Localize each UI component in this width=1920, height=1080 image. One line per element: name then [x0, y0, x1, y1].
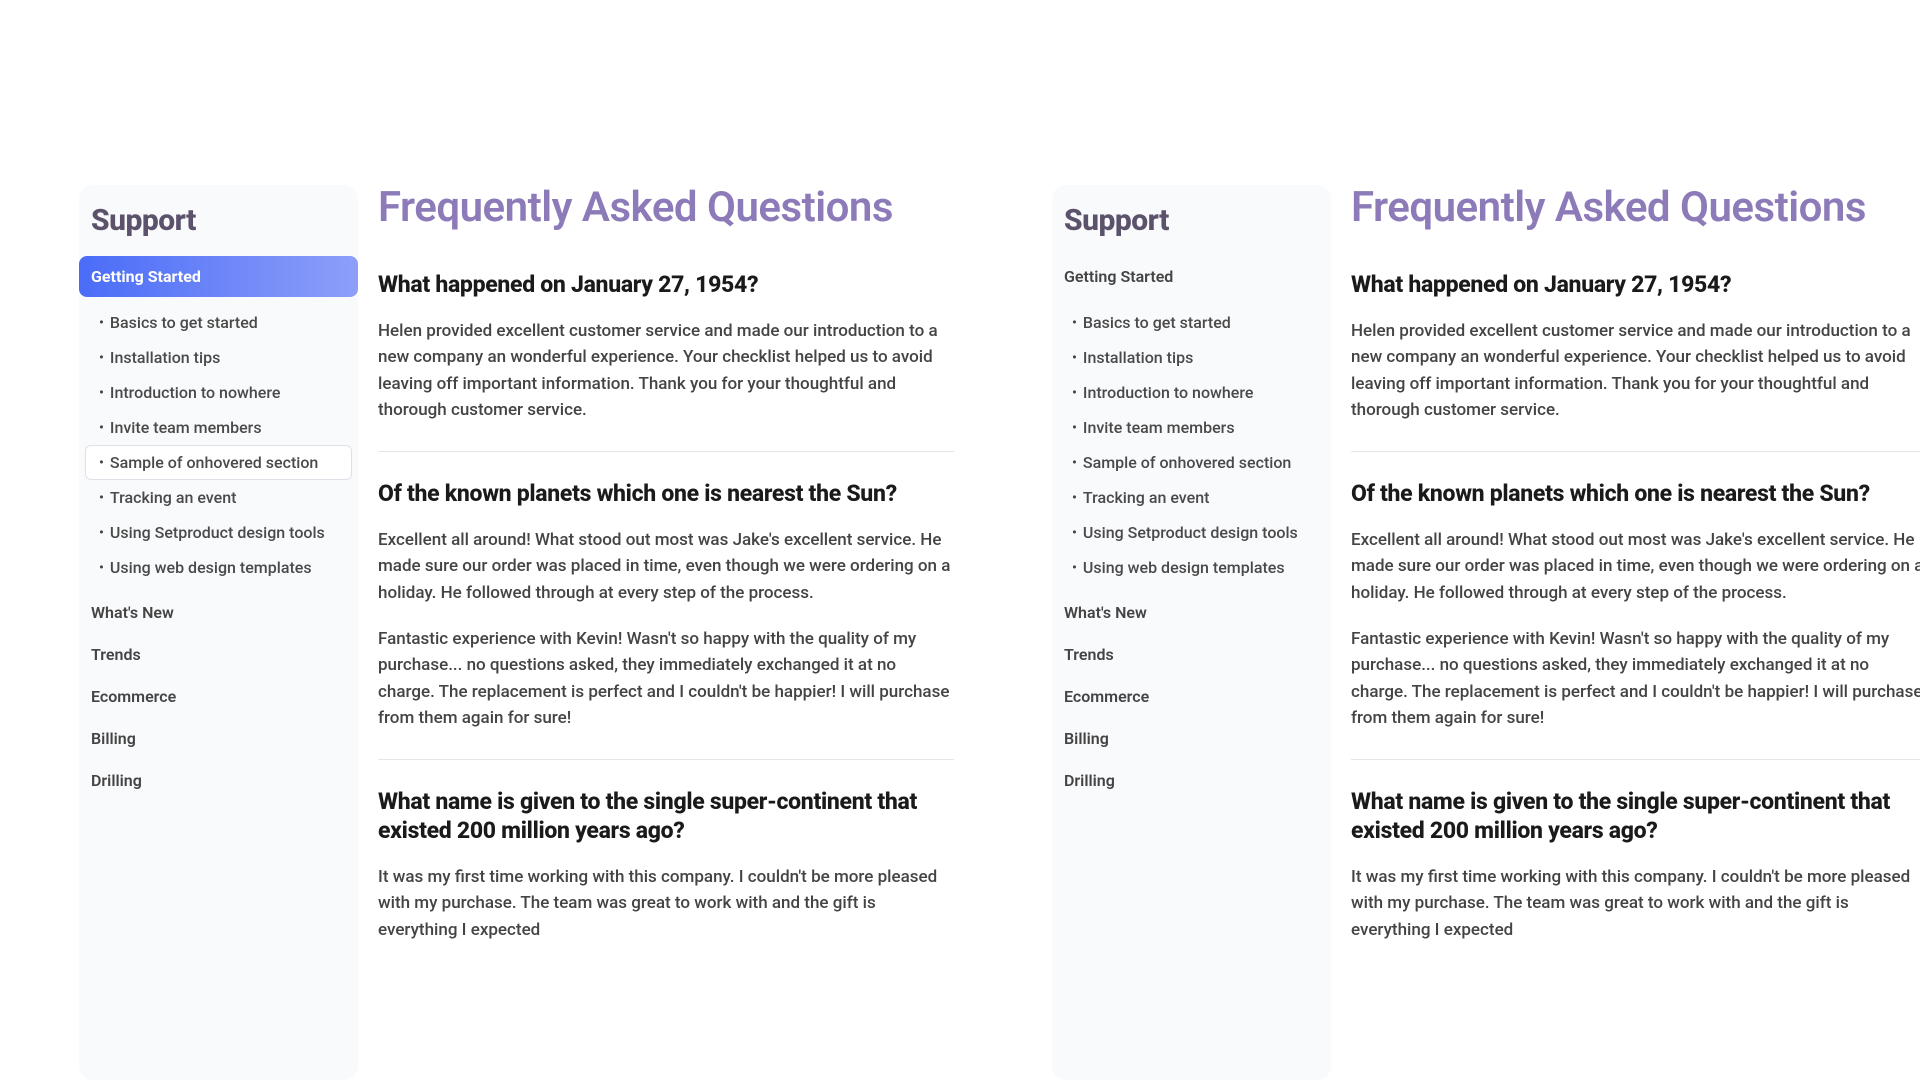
faq-question: Of the known planets which one is neares…	[1351, 480, 1920, 509]
sub-label: Invite team members	[1083, 418, 1235, 437]
sub-label: Invite team members	[110, 418, 262, 437]
bullet-icon: •	[99, 490, 104, 506]
faq-answer-paragraph: Fantastic experience with Kevin! Wasn't …	[378, 626, 954, 731]
sidebar-section-whatsnew[interactable]: What's New	[79, 592, 358, 633]
support-sidebar-right: Support Getting Started • Basics to get s…	[1052, 185, 1331, 1080]
bullet-icon: •	[99, 560, 104, 576]
bullet-icon: •	[1072, 525, 1077, 541]
sidebar-section-drilling[interactable]: Drilling	[79, 760, 358, 801]
faq-question: What happened on January 27, 1954?	[1351, 271, 1920, 300]
sidebar-sub-tracking[interactable]: • Tracking an event	[79, 480, 358, 515]
faq-item: Of the known planets which one is neares…	[378, 480, 954, 760]
faq-answer: Helen provided excellent customer servic…	[378, 318, 954, 423]
faq-answer: Excellent all around! What stood out mos…	[378, 527, 954, 731]
faq-item: Of the known planets which one is neares…	[1351, 480, 1920, 760]
sub-label: Tracking an event	[110, 488, 237, 507]
sidebar-section-whatsnew[interactable]: What's New	[1052, 592, 1331, 633]
sidebar-section-trends[interactable]: Trends	[79, 634, 358, 675]
sub-label: Using web design templates	[110, 558, 312, 577]
sidebar-sub-basics[interactable]: • Basics to get started	[79, 305, 358, 340]
faq-question: What happened on January 27, 1954?	[378, 271, 954, 300]
faq-item: What name is given to the single super-c…	[378, 788, 954, 971]
bullet-icon: •	[1072, 490, 1077, 506]
sidebar-section-billing[interactable]: Billing	[79, 718, 358, 759]
bullet-icon: •	[99, 525, 104, 541]
sub-label: Introduction to nowhere	[110, 383, 281, 402]
sidebar-sublist: • Basics to get started • Installation tip…	[79, 298, 358, 592]
sidebar-section-getting-started[interactable]: Getting Started	[1052, 256, 1331, 297]
faq-answer: It was my first time working with this c…	[378, 864, 954, 943]
sidebar-sub-sample-hovered[interactable]: • Sample of onhovered section	[85, 445, 352, 480]
bullet-icon: •	[1072, 315, 1077, 331]
sidebar-section-ecommerce[interactable]: Ecommerce	[1052, 676, 1331, 717]
sub-label: Sample of onhovered section	[110, 453, 318, 472]
sidebar-sub-webdesign[interactable]: • Using web design templates	[79, 550, 358, 585]
sub-label: Sample of onhovered section	[1083, 453, 1291, 472]
faq-question: Of the known planets which one is neares…	[378, 480, 954, 509]
sub-label: Using Setproduct design tools	[110, 523, 325, 542]
sidebar-sub-invite[interactable]: • Invite team members	[1052, 410, 1331, 445]
faq-item: What happened on January 27, 1954? Helen…	[378, 271, 954, 452]
faq-answer: Helen provided excellent customer servic…	[1351, 318, 1920, 423]
faq-answer-paragraph: It was my first time working with this c…	[1351, 864, 1920, 943]
sub-label: Using Setproduct design tools	[1083, 523, 1298, 542]
faq-main-left: Frequently Asked Questions What happened…	[378, 185, 954, 1080]
sidebar-section-getting-started[interactable]: Getting Started	[79, 256, 358, 297]
sidebar-sub-basics[interactable]: • Basics to get started	[1052, 305, 1331, 340]
sidebar-sub-installation[interactable]: • Installation tips	[79, 340, 358, 375]
sub-label: Introduction to nowhere	[1083, 383, 1254, 402]
faq-answer: Excellent all around! What stood out mos…	[1351, 527, 1920, 731]
sidebar-sub-installation[interactable]: • Installation tips	[1052, 340, 1331, 375]
sidebar-title: Support	[79, 185, 358, 256]
sub-label: Installation tips	[1083, 348, 1193, 367]
bullet-icon: •	[99, 420, 104, 436]
bullet-icon: •	[1072, 420, 1077, 436]
bullet-icon: •	[99, 455, 104, 471]
sidebar-sublist: • Basics to get started • Installation tip…	[1052, 298, 1331, 592]
sidebar-sub-introduction[interactable]: • Introduction to nowhere	[79, 375, 358, 410]
sidebar-sub-invite[interactable]: • Invite team members	[79, 410, 358, 445]
faq-answer-paragraph: Helen provided excellent customer servic…	[1351, 318, 1920, 423]
faq-answer-paragraph: Helen provided excellent customer servic…	[378, 318, 954, 423]
sidebar-sub-introduction[interactable]: • Introduction to nowhere	[1052, 375, 1331, 410]
sidebar-sub-tracking[interactable]: • Tracking an event	[1052, 480, 1331, 515]
faq-answer-paragraph: Excellent all around! What stood out mos…	[1351, 527, 1920, 606]
sidebar-section-ecommerce[interactable]: Ecommerce	[79, 676, 358, 717]
faq-answer-paragraph: It was my first time working with this c…	[378, 864, 954, 943]
faq-answer-paragraph: Excellent all around! What stood out mos…	[378, 527, 954, 606]
sub-label: Basics to get started	[1083, 313, 1231, 332]
faq-question: What name is given to the single super-c…	[1351, 788, 1920, 846]
sub-label: Tracking an event	[1083, 488, 1210, 507]
bullet-icon: •	[1072, 350, 1077, 366]
page-title: Frequently Asked Questions	[378, 185, 954, 231]
faq-item: What name is given to the single super-c…	[1351, 788, 1920, 971]
faq-main-right: Frequently Asked Questions What happened…	[1351, 185, 1920, 1080]
bullet-icon: •	[99, 315, 104, 331]
page-title: Frequently Asked Questions	[1351, 185, 1920, 231]
sidebar-sub-setproduct[interactable]: • Using Setproduct design tools	[79, 515, 358, 550]
bullet-icon: •	[99, 385, 104, 401]
faq-answer-paragraph: Fantastic experience with Kevin! Wasn't …	[1351, 626, 1920, 731]
sidebar-sub-sample[interactable]: • Sample of onhovered section	[1052, 445, 1331, 480]
sub-label: Using web design templates	[1083, 558, 1285, 577]
bullet-icon: •	[1072, 455, 1077, 471]
faq-item: What happened on January 27, 1954? Helen…	[1351, 271, 1920, 452]
sidebar-title: Support	[1052, 185, 1331, 256]
sidebar-section-billing[interactable]: Billing	[1052, 718, 1331, 759]
faq-question: What name is given to the single super-c…	[378, 788, 954, 846]
support-sidebar-left: Support Getting Started • Basics to get s…	[79, 185, 358, 1080]
sidebar-sub-webdesign[interactable]: • Using web design templates	[1052, 550, 1331, 585]
sidebar-section-drilling[interactable]: Drilling	[1052, 760, 1331, 801]
bullet-icon: •	[99, 350, 104, 366]
sidebar-section-trends[interactable]: Trends	[1052, 634, 1331, 675]
bullet-icon: •	[1072, 560, 1077, 576]
sub-label: Basics to get started	[110, 313, 258, 332]
sub-label: Installation tips	[110, 348, 220, 367]
sidebar-sub-setproduct[interactable]: • Using Setproduct design tools	[1052, 515, 1331, 550]
faq-answer: It was my first time working with this c…	[1351, 864, 1920, 943]
bullet-icon: •	[1072, 385, 1077, 401]
